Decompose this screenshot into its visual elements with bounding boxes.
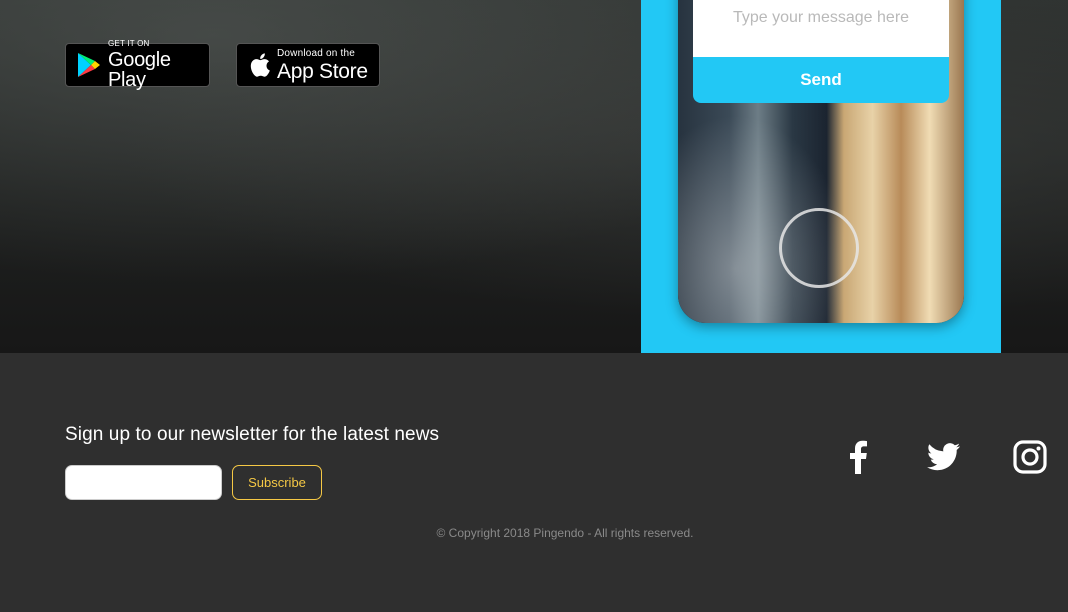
apple-badge-small-text: Download on the bbox=[277, 47, 356, 59]
twitter-icon[interactable] bbox=[925, 438, 963, 476]
instagram-icon[interactable] bbox=[1011, 438, 1049, 476]
newsletter-email-input[interactable] bbox=[65, 465, 222, 500]
copyright-text: © Copyright 2018 Pingendo - All rights r… bbox=[436, 526, 694, 540]
message-input[interactable]: Type your message here bbox=[693, 0, 949, 57]
footer: Sign up to our newsletter for the latest… bbox=[0, 353, 1068, 612]
google-play-icon bbox=[76, 51, 102, 79]
apple-badge-big-text: App Store bbox=[277, 59, 368, 83]
google-badge-small-text: GET IT ON bbox=[108, 39, 150, 48]
phone-mockup-panel: Type your message here Send bbox=[641, 0, 1001, 353]
subscribe-button[interactable]: Subscribe bbox=[232, 465, 322, 500]
google-play-badge[interactable]: GET IT ON Google Play bbox=[65, 39, 210, 91]
hero-section: GET IT ON Google Play Download on the Ap… bbox=[0, 0, 1068, 353]
record-button[interactable] bbox=[779, 208, 859, 288]
apple-icon bbox=[247, 51, 271, 79]
phone-mockup: Type your message here Send bbox=[678, 0, 964, 323]
google-badge-big-text: Google Play bbox=[108, 49, 171, 91]
app-store-badge[interactable]: Download on the App Store bbox=[236, 43, 380, 87]
facebook-icon[interactable] bbox=[843, 438, 873, 476]
send-button[interactable]: Send bbox=[693, 57, 949, 103]
newsletter-title: Sign up to our newsletter for the latest… bbox=[65, 424, 440, 445]
